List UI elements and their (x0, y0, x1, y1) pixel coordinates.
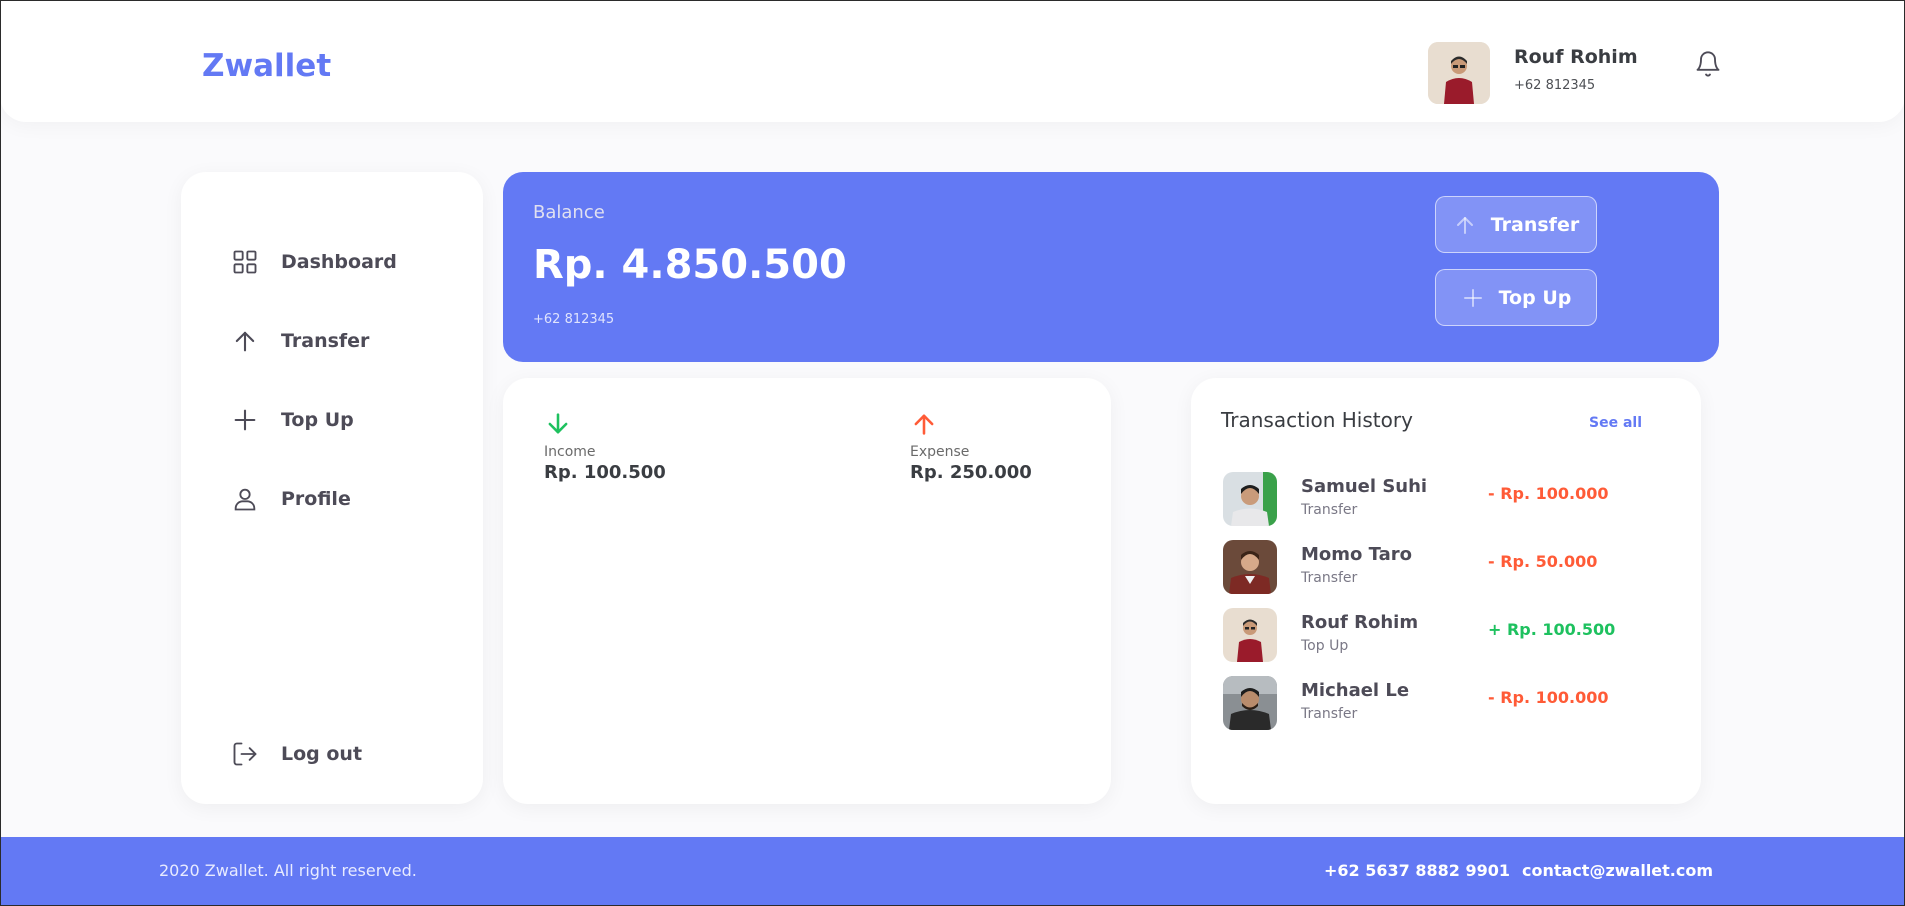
list-item[interactable]: Rouf Rohim Top Up + Rp. 100.500 (1223, 608, 1663, 662)
sidebar-item-label: Profile (281, 488, 351, 510)
logout-icon (231, 740, 259, 768)
expense-stat: Expense Rp. 250.000 (910, 410, 1032, 483)
logout-label: Log out (281, 743, 363, 765)
topup-button[interactable]: Top Up (1435, 269, 1597, 326)
top-header: Zwallet Rouf Rohim +62 812345 (0, 0, 1905, 122)
transaction-type: Transfer (1301, 570, 1358, 586)
balance-phone: +62 812345 (533, 312, 615, 327)
topup-button-label: Top Up (1498, 286, 1572, 309)
transaction-name: Momo Taro (1301, 544, 1413, 565)
transfer-button[interactable]: Transfer (1435, 196, 1597, 253)
sidebar-item-label: Transfer (281, 330, 370, 352)
transaction-type: Top Up (1301, 638, 1349, 654)
user-name: Rouf Rohim (1514, 46, 1638, 68)
avatar (1223, 472, 1277, 526)
plus-icon (1461, 286, 1485, 310)
transaction-amount: - Rp. 100.000 (1488, 484, 1609, 503)
user-icon (231, 485, 259, 513)
transaction-amount: + Rp. 100.500 (1488, 620, 1616, 639)
avatar (1223, 676, 1277, 730)
transaction-name: Rouf Rohim (1301, 612, 1419, 633)
balance-card: Balance Rp. 4.850.500 +62 812345 Transfe… (503, 172, 1719, 362)
brand-logo[interactable]: Zwallet (202, 48, 331, 84)
bell-icon[interactable] (1694, 50, 1722, 78)
balance-amount: Rp. 4.850.500 (533, 242, 847, 288)
balance-label: Balance (533, 202, 605, 223)
avatar (1223, 540, 1277, 594)
see-all-link[interactable]: See all (1589, 415, 1642, 431)
sidebar-item-profile[interactable]: Profile (231, 481, 451, 517)
sidebar-item-dashboard[interactable]: Dashboard (231, 244, 451, 280)
transaction-type: Transfer (1301, 502, 1358, 518)
footer-copyright: 2020 Zwallet. All right reserved. (159, 861, 417, 880)
arrow-up-icon (231, 327, 259, 355)
expense-value: Rp. 250.000 (910, 462, 1032, 483)
list-item[interactable]: Samuel Suhi Transfer - Rp. 100.000 (1223, 472, 1663, 526)
history-title: Transaction History (1221, 408, 1413, 432)
grid-icon (231, 248, 259, 276)
footer-phone[interactable]: +62 5637 8882 9901 (1324, 861, 1510, 880)
arrow-up-icon (910, 410, 938, 438)
list-item[interactable]: Michael Le Transfer - Rp. 100.000 (1223, 676, 1663, 730)
list-item[interactable]: Momo Taro Transfer - Rp. 50.000 (1223, 540, 1663, 594)
logout-button[interactable]: Log out (231, 736, 451, 772)
income-label: Income (544, 444, 596, 460)
transaction-amount: - Rp. 100.000 (1488, 688, 1609, 707)
user-phone: +62 812345 (1514, 78, 1596, 93)
avatar (1223, 608, 1277, 662)
arrow-down-icon (544, 410, 572, 438)
income-stat: Income Rp. 100.500 (544, 410, 666, 483)
transaction-type: Transfer (1301, 706, 1358, 722)
transfer-button-label: Transfer (1490, 213, 1580, 236)
footer-email[interactable]: contact@zwallet.com (1522, 861, 1713, 880)
sidebar-item-label: Dashboard (281, 251, 397, 273)
sidebar-item-topup[interactable]: Top Up (231, 402, 451, 438)
plus-icon (231, 406, 259, 434)
user-avatar[interactable] (1428, 42, 1490, 104)
income-value: Rp. 100.500 (544, 462, 666, 483)
sidebar-item-label: Top Up (281, 409, 354, 431)
expense-label: Expense (910, 444, 970, 460)
transaction-amount: - Rp. 50.000 (1488, 552, 1598, 571)
transaction-history-card: Transaction History See all Samuel Suhi … (1191, 378, 1701, 804)
footer: 2020 Zwallet. All right reserved. +62 56… (0, 837, 1905, 906)
income-expense-card: Income Rp. 100.500 Expense Rp. 250.000 (503, 378, 1111, 804)
transaction-name: Michael Le (1301, 680, 1410, 701)
sidebar-item-transfer[interactable]: Transfer (231, 323, 451, 359)
sidebar: Dashboard Transfer Top Up Profile Log ou… (181, 172, 483, 804)
arrow-up-icon (1453, 213, 1477, 237)
transaction-name: Samuel Suhi (1301, 476, 1428, 497)
